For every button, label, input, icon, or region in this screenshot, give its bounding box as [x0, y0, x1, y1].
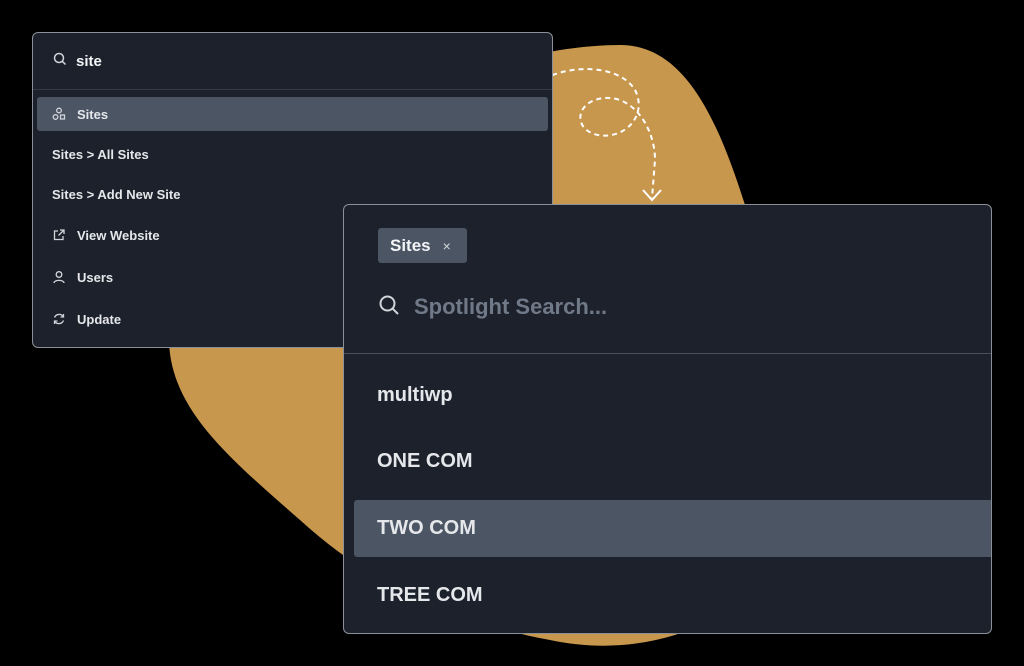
- result-label: Users: [77, 269, 114, 285]
- sites-icon: [52, 107, 66, 121]
- result-label: Sites: [77, 106, 109, 122]
- result-tree-com[interactable]: TREE COM: [354, 567, 991, 624]
- search-icon: [53, 52, 67, 71]
- result-two-com[interactable]: TWO COM: [354, 500, 991, 557]
- filter-chip-label: Sites: [390, 235, 431, 255]
- result-label: View Website: [77, 227, 160, 243]
- result-label: multiwp: [377, 384, 453, 406]
- spotlight-palette: Sites × multiwp ONE COM TWO COM TREE COM: [343, 204, 992, 634]
- external-link-icon: [52, 228, 66, 242]
- spotlight-search-input[interactable]: [412, 293, 916, 321]
- result-label: TWO COM: [377, 517, 476, 539]
- search-query[interactable]: site: [76, 53, 102, 70]
- user-icon: [52, 270, 66, 284]
- spotlight-search-row: [378, 293, 916, 321]
- divider: [344, 353, 991, 354]
- result-sites[interactable]: Sites: [37, 97, 548, 131]
- result-all-sites[interactable]: Sites > All Sites: [37, 137, 548, 171]
- result-label: ONE COM: [377, 450, 473, 472]
- result-label: TREE COM: [377, 584, 483, 606]
- refresh-icon: [52, 312, 66, 326]
- result-label: Sites > All Sites: [52, 146, 149, 162]
- close-icon[interactable]: ×: [443, 238, 451, 254]
- result-label: Update: [77, 311, 122, 327]
- palette-search-row[interactable]: site: [33, 33, 552, 90]
- result-label: Sites > Add New Site: [52, 186, 181, 202]
- result-multiwp[interactable]: multiwp: [354, 367, 991, 424]
- result-one-com[interactable]: ONE COM: [354, 433, 991, 490]
- search-icon: [378, 294, 400, 321]
- filter-chip-sites[interactable]: Sites ×: [378, 228, 467, 263]
